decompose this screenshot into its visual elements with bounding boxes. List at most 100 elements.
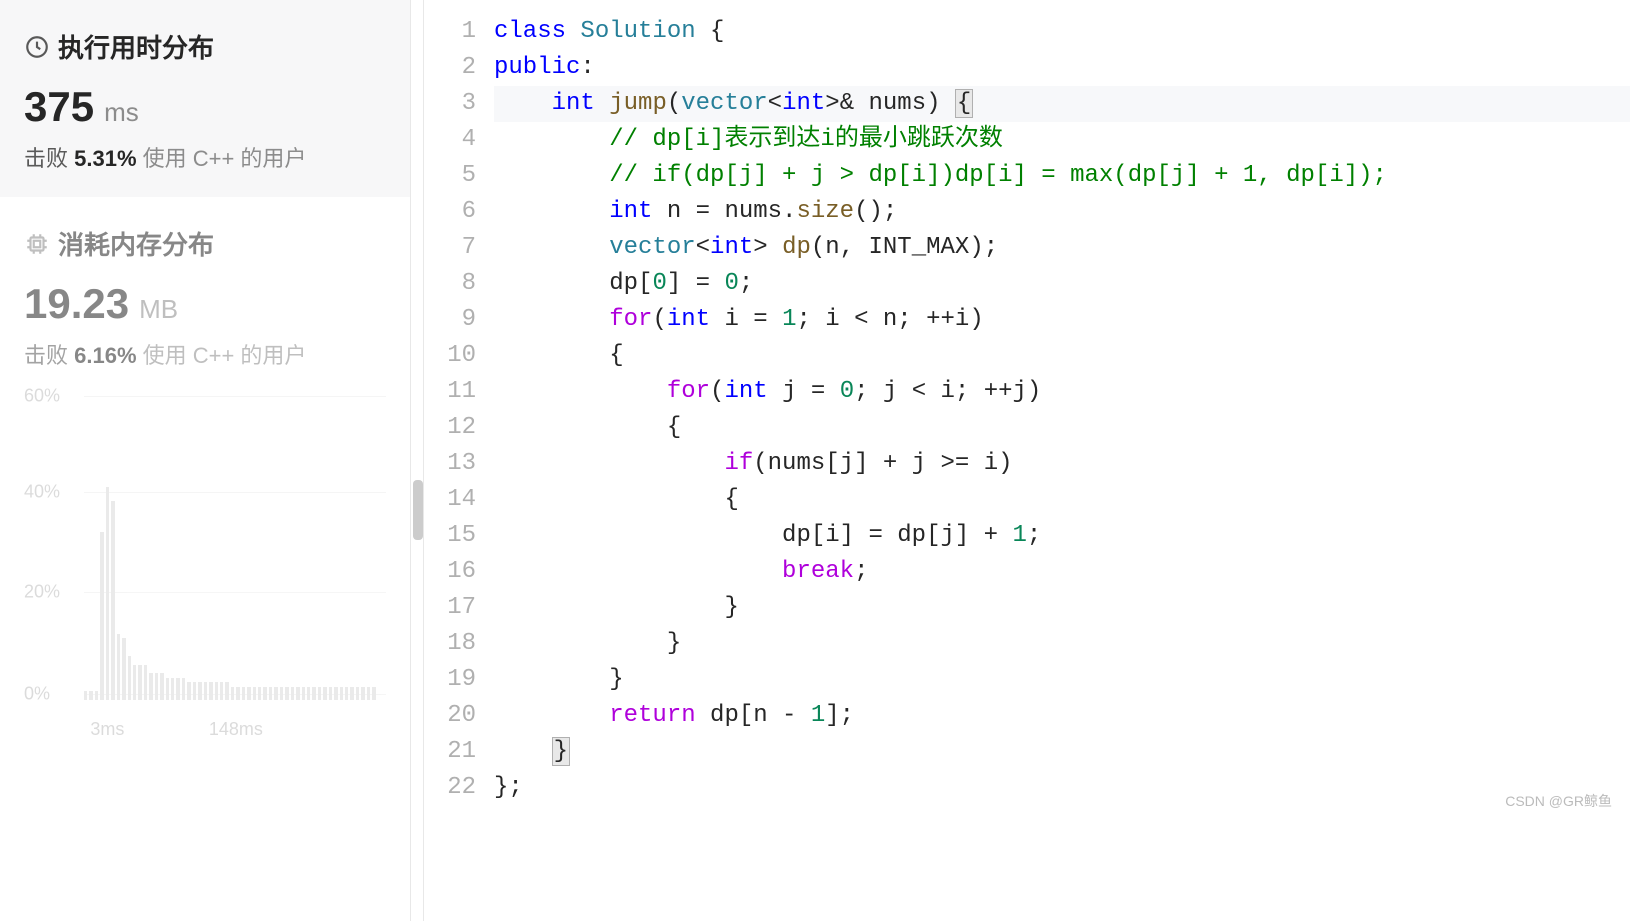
chart-bar[interactable]	[89, 691, 92, 700]
chart-bar[interactable]	[149, 673, 152, 700]
chart-bar[interactable]	[274, 687, 277, 700]
chart-bar[interactable]	[263, 687, 266, 700]
chart-bar[interactable]	[236, 687, 239, 700]
chart-bar[interactable]	[144, 665, 147, 700]
chart-bar[interactable]	[193, 682, 196, 700]
chart-bar[interactable]	[291, 687, 294, 700]
chart-bar[interactable]	[242, 687, 245, 700]
beat-prefix: 击败	[24, 343, 74, 368]
code-line[interactable]: }	[494, 662, 1630, 698]
pane-divider[interactable]	[410, 0, 424, 921]
chart-bar[interactable]	[356, 687, 359, 700]
code-line[interactable]: for(int i = 1; i < n; ++i)	[494, 302, 1630, 338]
code-line[interactable]: dp[i] = dp[j] + 1;	[494, 518, 1630, 554]
line-number: 21	[424, 734, 476, 770]
line-number: 8	[424, 266, 476, 302]
chart-xaxis: 3ms148ms	[84, 704, 376, 740]
code-line[interactable]: }	[494, 590, 1630, 626]
chart-bar[interactable]	[296, 687, 299, 700]
chart-bar[interactable]	[225, 682, 228, 700]
code-line[interactable]: {	[494, 482, 1630, 518]
chart-bar[interactable]	[318, 687, 321, 700]
code-line[interactable]: int n = nums.size();	[494, 194, 1630, 230]
chart-bar[interactable]	[204, 682, 207, 700]
chart-bar[interactable]	[302, 687, 305, 700]
chart-bars	[84, 390, 376, 700]
line-number: 12	[424, 410, 476, 446]
chart-bar[interactable]	[187, 682, 190, 700]
chart-bar[interactable]	[128, 656, 131, 700]
chart-bar[interactable]	[111, 501, 114, 700]
code-line[interactable]: };	[494, 770, 1630, 806]
chart-bar[interactable]	[367, 687, 370, 700]
runtime-section[interactable]: 执行用时分布 375 ms 击败 5.31% 使用 C++ 的用户	[0, 0, 410, 197]
code-editor[interactable]: 12345678910111213141516171819202122 clas…	[424, 0, 1630, 921]
memory-beat-line: 击败 6.16% 使用 C++ 的用户	[24, 338, 386, 370]
chart-bar[interactable]	[220, 682, 223, 700]
chart-bar[interactable]	[100, 532, 103, 700]
code-line[interactable]: vector<int> dp(n, INT_MAX);	[494, 230, 1630, 266]
chart-bar[interactable]	[361, 687, 364, 700]
chart-bar[interactable]	[84, 691, 87, 700]
code-line[interactable]: return dp[n - 1];	[494, 698, 1630, 734]
chart-bar[interactable]	[138, 665, 141, 700]
code-line[interactable]: break;	[494, 554, 1630, 590]
chart-bar[interactable]	[198, 682, 201, 700]
line-number: 6	[424, 194, 476, 230]
chart-bar[interactable]	[166, 678, 169, 700]
chart-bar[interactable]	[329, 687, 332, 700]
divider-thumb[interactable]	[413, 480, 423, 540]
chart-bar[interactable]	[117, 634, 120, 700]
chart-bar[interactable]	[269, 687, 272, 700]
chart-bar[interactable]	[372, 687, 375, 700]
code-line[interactable]: {	[494, 410, 1630, 446]
memory-value: 19.23	[24, 280, 129, 328]
chart-bar[interactable]	[122, 638, 125, 700]
chart-bar[interactable]	[155, 673, 158, 700]
chart-bar[interactable]	[209, 682, 212, 700]
chart-bar[interactable]	[345, 687, 348, 700]
chart-bar[interactable]	[171, 678, 174, 700]
code-area[interactable]: class Solution {public: int jump(vector<…	[494, 14, 1630, 921]
code-line[interactable]: public:	[494, 50, 1630, 86]
chart-bar[interactable]	[307, 687, 310, 700]
code-line[interactable]: for(int j = 0; j < i; ++j)	[494, 374, 1630, 410]
line-number: 1	[424, 14, 476, 50]
chart-bar[interactable]	[340, 687, 343, 700]
chart-bar[interactable]	[258, 687, 261, 700]
code-line[interactable]: }	[494, 734, 1630, 770]
code-line[interactable]: dp[0] = 0;	[494, 266, 1630, 302]
chart-bar[interactable]	[231, 687, 234, 700]
code-line[interactable]: // dp[i]表示到达i的最小跳跃次数	[494, 122, 1630, 158]
chart-bar[interactable]	[247, 687, 250, 700]
chart-bar[interactable]	[133, 665, 136, 700]
chart-bar[interactable]	[176, 678, 179, 700]
runtime-beat-rest: 使用 C++ 的用户	[137, 146, 307, 171]
memory-distribution-chart[interactable]: 60%40%20%0% 3ms148ms	[24, 390, 386, 740]
chart-bar[interactable]	[350, 687, 353, 700]
line-number: 14	[424, 482, 476, 518]
chart-bar[interactable]	[160, 673, 163, 700]
chart-bar[interactable]	[334, 687, 337, 700]
chart-bar[interactable]	[253, 687, 256, 700]
chart-bar[interactable]	[312, 687, 315, 700]
chart-bar[interactable]	[280, 687, 283, 700]
code-line[interactable]: // if(dp[j] + j > dp[i])dp[i] = max(dp[j…	[494, 158, 1630, 194]
code-line[interactable]: class Solution {	[494, 14, 1630, 50]
chart-bar[interactable]	[323, 687, 326, 700]
code-line[interactable]: int jump(vector<int>& nums) {	[494, 86, 1630, 122]
chart-bar[interactable]	[182, 678, 185, 700]
memory-section[interactable]: 消耗内存分布 19.23 MB 击败 6.16% 使用 C++ 的用户 60%4…	[0, 197, 410, 764]
runtime-title-text: 执行用时分布	[58, 28, 214, 65]
chart-ylabel: 0%	[24, 683, 50, 704]
chart-bar[interactable]	[285, 687, 288, 700]
code-line[interactable]: }	[494, 626, 1630, 662]
chart-bar[interactable]	[215, 682, 218, 700]
chart-bar[interactable]	[106, 487, 109, 700]
line-number: 18	[424, 626, 476, 662]
code-line[interactable]: if(nums[j] + j >= i)	[494, 446, 1630, 482]
chart-bar[interactable]	[95, 691, 98, 700]
line-number: 5	[424, 158, 476, 194]
code-line[interactable]: {	[494, 338, 1630, 374]
memory-value-row: 19.23 MB	[24, 280, 386, 328]
